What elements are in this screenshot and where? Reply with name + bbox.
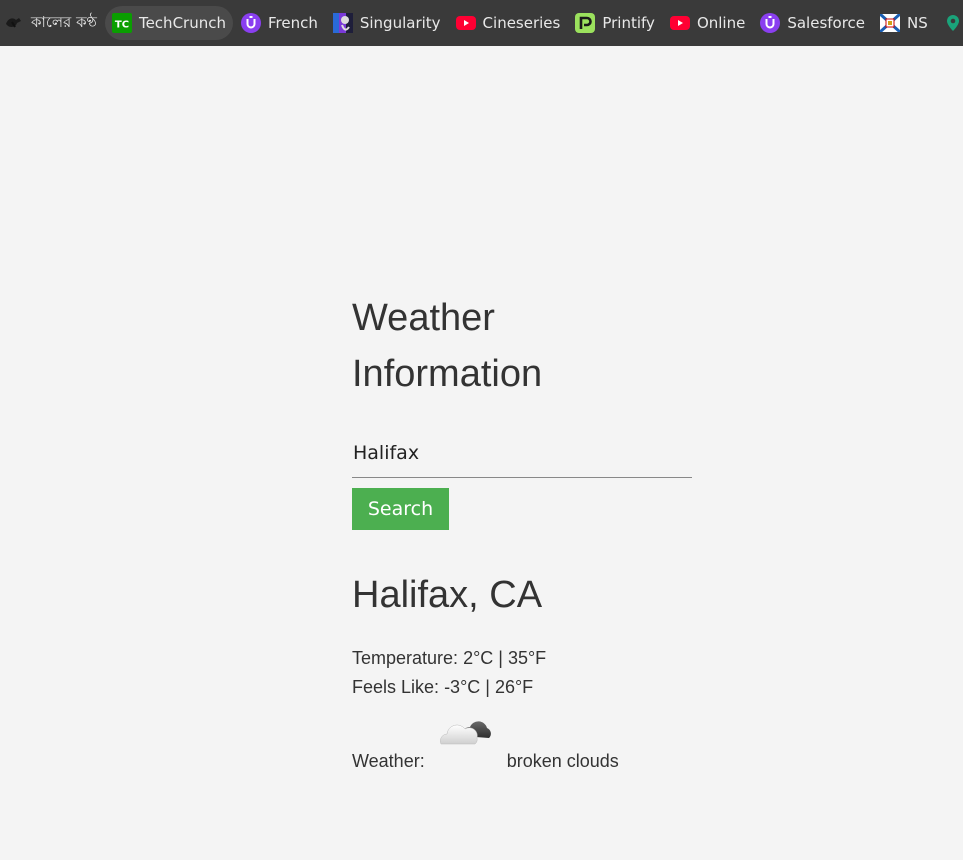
bookmark-label: Printify [602,14,655,32]
techcrunch-icon: TC [111,13,132,33]
printify-icon [575,13,596,33]
bookmark-label: French [267,14,318,32]
bookmark-french[interactable]: French [234,6,325,40]
city-search-input[interactable] [352,442,692,478]
bookmarks-bar: কালের কণ্ঠ TC TechCrunch French Singular… [0,0,963,46]
weather-app: Weather Information Search Halifax, CA T… [352,290,692,772]
location-heading: Halifax, CA [352,574,543,616]
bookmark-label: TechCrunch [138,14,226,32]
bookmark-salesforce[interactable]: Salesforce [753,6,872,40]
temperature-line: Temperature: 2°C | 35°F [352,644,692,673]
bookmark-techcrunch[interactable]: TC TechCrunch [104,6,233,40]
bookmark-label: NS [907,14,928,32]
bookmark-maps[interactable] [936,6,963,40]
svg-text:TC: TC [115,20,129,31]
feels-like-label: Feels Like: [352,677,440,697]
weather-label: Weather: [352,751,425,771]
ns-flag-icon [880,13,901,33]
bookmark-kalerkantho[interactable]: কালের কণ্ঠ [0,6,104,40]
kalerkantho-icon [4,13,24,33]
weather-line: Weather: broken clouds [352,712,692,772]
broken-clouds-icon [437,712,495,772]
bookmark-printify[interactable]: Printify [568,6,662,40]
singularity-icon [332,13,353,33]
bookmark-singularity[interactable]: Singularity [326,6,448,40]
bookmark-cineseries[interactable]: Cineseries [449,6,568,40]
map-pin-icon [943,13,963,33]
youtube-icon [455,13,476,33]
bookmark-label: Online [696,14,746,32]
bookmark-ns[interactable]: NS [873,6,935,40]
temperature-label: Temperature: [352,648,459,668]
feels-like-value: -3°C | 26°F [444,677,534,697]
bookmark-label: Singularity [359,14,441,32]
u-icon [760,13,781,33]
youtube-icon [669,13,690,33]
bookmark-label: Salesforce [787,14,866,32]
search-button[interactable]: Search [352,488,449,530]
u-icon [240,13,261,33]
weather-description: broken clouds [506,751,619,771]
feels-like-line: Feels Like: -3°C | 26°F [352,673,692,702]
temperature-value: 2°C | 35°F [463,648,547,668]
bookmark-online[interactable]: Online [663,6,752,40]
bookmark-label: Cineseries [482,14,561,32]
page-title: Weather Information [352,297,543,395]
bookmark-label: কালের কণ্ঠ [31,12,97,31]
